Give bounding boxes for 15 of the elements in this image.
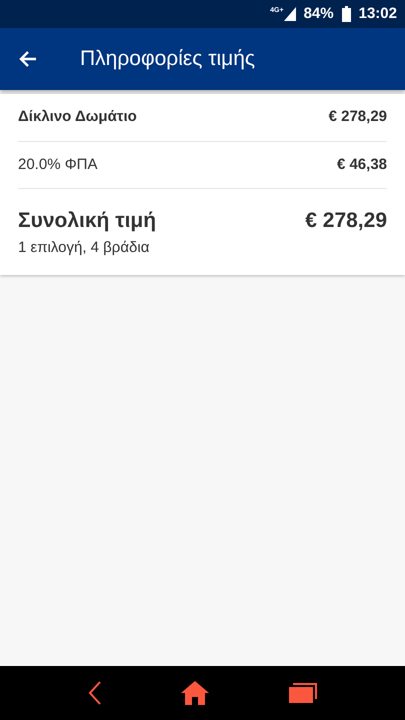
screen-title: Πληροφορίες τιμής (80, 46, 256, 72)
signal-icon (284, 7, 296, 21)
total-label: Συνολική τιμή (18, 208, 156, 234)
line-label: 20.0% ΦΠΑ (18, 154, 98, 174)
total-amount: € 278,29 (305, 208, 387, 234)
total-detail: 1 επιλογή, 4 βράδια (18, 238, 150, 258)
clock: 13:02 (358, 4, 397, 24)
line-amount: € 278,29 (328, 107, 387, 127)
battery-icon (342, 6, 351, 22)
line-label: Δίκλινο Δωμάτιο (18, 107, 137, 127)
battery-percent: 84% (304, 4, 334, 24)
line-amount: € 46,38 (336, 154, 387, 174)
home-button[interactable] (181, 681, 210, 705)
recent-apps-button[interactable] (289, 683, 318, 703)
back-button[interactable] (88, 681, 102, 705)
